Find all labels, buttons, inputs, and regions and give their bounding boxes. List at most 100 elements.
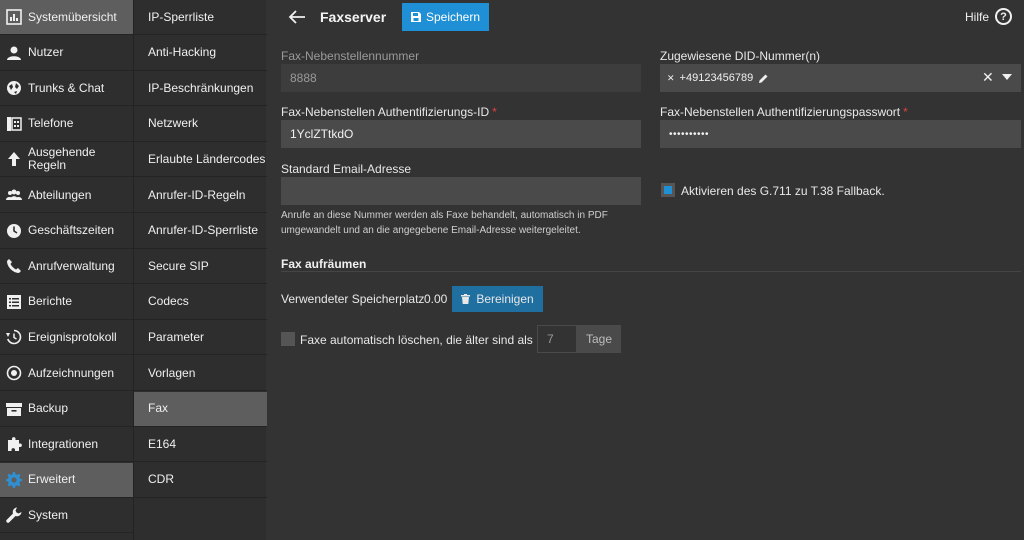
subnav-item-codecs[interactable]: Codecs (134, 285, 267, 320)
nav-item-telefone[interactable]: Telefone (0, 107, 133, 142)
page-header: Faxserver Speichern Hilfe ? (266, 0, 1024, 34)
help-link[interactable]: Hilfe ? (965, 8, 1012, 25)
auth-id-label: Fax-Nebenstellen Authentifizierungs-ID * (281, 105, 497, 119)
nav-item-trunks-chat[interactable]: Trunks & Chat (0, 71, 133, 107)
nav-item-geschäftszeiten[interactable]: Geschäftszeiten (0, 214, 133, 249)
subnav-item-label: Anti-Hacking (148, 45, 217, 60)
nav-item-anrufverwaltung[interactable]: Anrufverwaltung (0, 249, 133, 285)
required-mark: * (492, 105, 497, 119)
required-mark: * (903, 105, 908, 119)
help-icon: ? (995, 8, 1012, 25)
pencil-icon[interactable] (758, 73, 769, 84)
nav-item-systemübersicht[interactable]: Systemübersicht (0, 0, 133, 35)
did-chip-value: +49123456789 (679, 72, 754, 84)
subnav-item-label: Secure SIP (148, 258, 209, 273)
save-button-label: Speichern (425, 10, 481, 24)
subnav-item-netzwerk[interactable]: Netzwerk (134, 107, 267, 142)
auth-pw-value: •••••••••• (669, 128, 710, 140)
nav-item-ereignisprotokoll[interactable]: Ereignisprotokoll (0, 320, 133, 356)
nav-item-label: Aufzeichnungen (28, 365, 115, 380)
subnav-item-e164[interactable]: E164 (134, 427, 267, 463)
email-label: Standard Email-Adresse (281, 162, 412, 176)
subnav-item-label: Anrufer-ID-Regeln (148, 187, 246, 202)
subnav-item-secure-sip[interactable]: Secure SIP (134, 249, 267, 285)
globe-icon (6, 80, 22, 96)
nav-item-label: Nutzer (28, 45, 64, 60)
subnav-item-parameter[interactable]: Parameter (134, 320, 267, 356)
days-input[interactable]: 7 (537, 325, 577, 353)
subnav-item-fax[interactable]: Fax (134, 391, 267, 427)
did-chip[interactable]: ✕ +49123456789 (667, 70, 769, 86)
clean-button-label: Bereinigen (476, 292, 534, 306)
nav-item-label: Berichte (28, 294, 73, 309)
nav-item-label: Ereignisprotokoll (28, 329, 117, 344)
subnav-item-label: Vorlagen (148, 365, 196, 380)
subnav-item-erlaubte-ländercodes[interactable]: Erlaubte Ländercodes (134, 142, 267, 178)
arrow-up-icon (6, 151, 22, 167)
history-icon (6, 329, 22, 345)
subnav-item-ip-beschränkungen[interactable]: IP-Beschränkungen (134, 71, 267, 107)
subnav-item-label: Codecs (148, 294, 189, 309)
secondary-nav: IP-Sperrliste Anti-Hacking IP-Beschränkung… (133, 0, 267, 540)
auth-pw-input[interactable]: •••••••••• (660, 120, 1021, 148)
nav-item-label: Systemübersicht (28, 9, 117, 24)
chevron-down-icon[interactable] (1002, 74, 1012, 80)
primary-nav: Systemübersicht Nutzer Trunks & Chat Telefo… (0, 0, 133, 540)
nav-item-system[interactable]: System (0, 498, 133, 534)
nav-item-label: Abteilungen (28, 187, 92, 202)
clear-icon[interactable]: ✕ (982, 69, 994, 86)
puzzle-icon (6, 436, 22, 452)
nav-item-aufzeichnungen[interactable]: Aufzeichnungen (0, 356, 133, 391)
subnav-item-label: Erlaubte Ländercodes (148, 151, 266, 166)
g711-checkbox[interactable] (661, 183, 675, 197)
record-icon (6, 365, 22, 381)
nav-item-ausgehende-regeln[interactable]: Ausgehende Regeln (0, 142, 133, 178)
subnav-item-label: CDR (148, 472, 174, 487)
days-unit: Tage (577, 325, 621, 353)
subnav-item-ip-sperrliste[interactable]: IP-Sperrliste (134, 0, 267, 35)
nav-item-label: Integrationen (28, 436, 99, 451)
subnav-item-vorlagen[interactable]: Vorlagen (134, 356, 267, 391)
email-input[interactable] (281, 177, 641, 205)
back-arrow-icon[interactable] (288, 9, 306, 25)
nav-item-label: Erweitert (28, 472, 76, 487)
did-select[interactable]: ✕ +49123456789 ✕ (660, 64, 1021, 92)
extension-value: 8888 (290, 71, 317, 85)
auth-id-input[interactable]: 1YclZTtkdO (281, 120, 641, 148)
storage-label: Verwendeter Speicherplatz (281, 292, 425, 306)
subnav-item-label: Netzwerk (148, 116, 199, 131)
nav-item-label: Trunks & Chat (28, 80, 105, 95)
subnav-item-label: E164 (148, 436, 177, 451)
nav-item-abteilungen[interactable]: Abteilungen (0, 178, 133, 213)
auto-delete-label: Faxe automatisch löschen, die älter sind… (300, 333, 533, 347)
extension-label: Fax-Nebenstellennummer (281, 49, 420, 63)
auto-delete-checkbox[interactable] (281, 332, 295, 346)
nav-item-erweitert[interactable]: Erweitert (0, 462, 133, 498)
nav-item-label: Telefone (28, 116, 74, 131)
auth-id-value: 1YclZTtkdO (290, 127, 354, 141)
nav-item-backup[interactable]: Backup (0, 392, 133, 427)
subnav-item-label: IP-Beschränkungen (148, 80, 254, 95)
subnav-item-label: Anrufer-ID-Sperrliste (148, 223, 259, 238)
clock-icon (6, 223, 22, 239)
nav-item-integrationen[interactable]: Integrationen (0, 427, 133, 463)
subnav-item-label: IP-Sperrliste (148, 9, 215, 24)
nav-item-berichte[interactable]: Berichte (0, 285, 133, 320)
dashboard-icon (6, 9, 22, 25)
nav-item-label: Ausgehende Regeln (28, 145, 96, 173)
subnav-item-cdr[interactable]: CDR (134, 463, 267, 498)
phone-device-icon (6, 116, 22, 132)
subnav-item-anrufer-id-regeln[interactable]: Anrufer-ID-Regeln (134, 178, 267, 213)
email-hint: Anrufe an diese Nummer werden als Faxe b… (281, 210, 608, 236)
help-label: Hilfe (964, 9, 989, 24)
phone-icon (6, 258, 22, 274)
nav-item-nutzer[interactable]: Nutzer (0, 36, 133, 71)
page-title: Faxserver (320, 9, 387, 25)
g711-label: Aktivieren des G.711 zu T.38 Fallback. (681, 184, 885, 198)
chip-remove-icon[interactable]: ✕ (667, 73, 675, 84)
archive-icon (6, 401, 22, 417)
subnav-item-anti-hacking[interactable]: Anti-Hacking (134, 36, 267, 71)
save-button[interactable]: Speichern (402, 3, 489, 31)
clean-button[interactable]: Bereinigen (452, 286, 543, 312)
subnav-item-anrufer-id-sperrliste[interactable]: Anrufer-ID-Sperrliste (134, 214, 267, 249)
